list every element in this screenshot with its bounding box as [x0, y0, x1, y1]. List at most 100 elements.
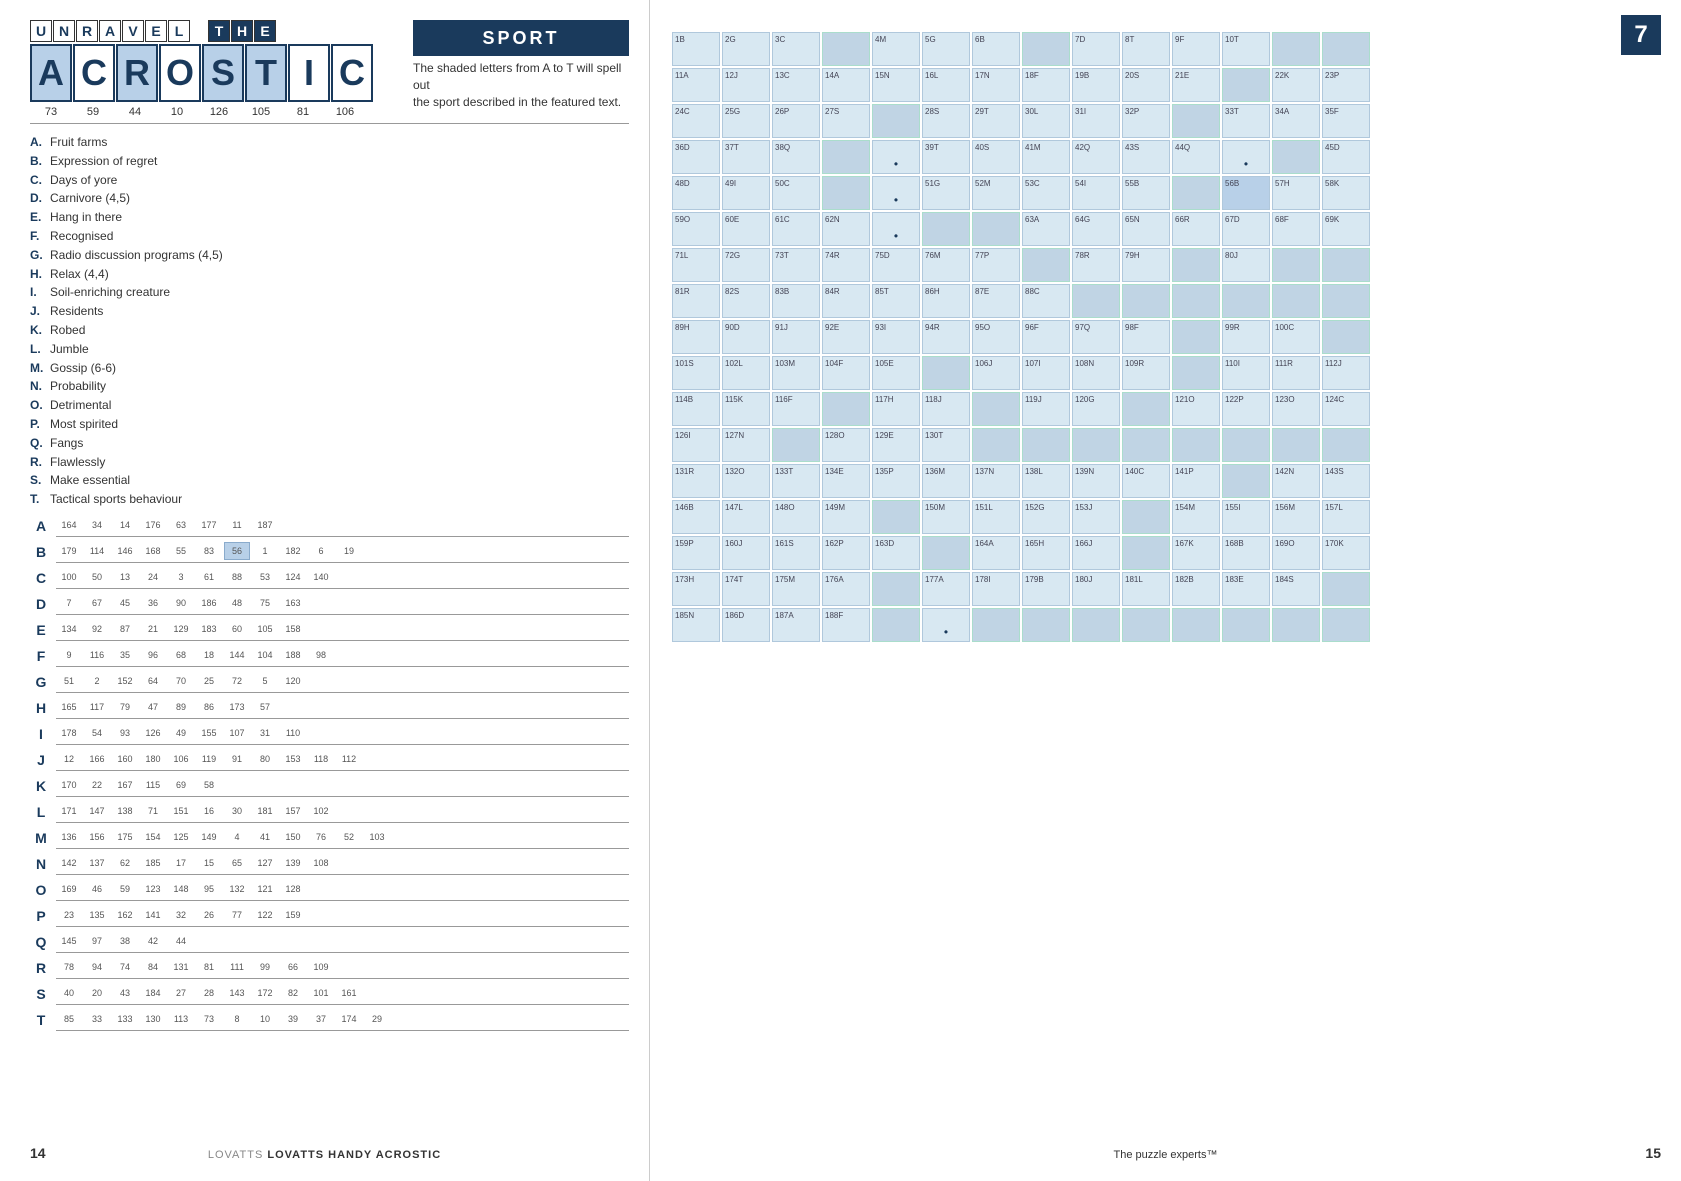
cell-58K[interactable]: 58K — [1322, 176, 1370, 210]
cell-11A[interactable]: 11A — [672, 68, 720, 102]
answer-I[interactable]: I 178 54 93 126 49 155 107 31 110 — [30, 724, 629, 745]
cell-178I[interactable]: 178I — [972, 572, 1020, 606]
cell-35F[interactable]: 35F — [1322, 104, 1370, 138]
cell-121O[interactable]: 121O — [1172, 392, 1220, 426]
cell-60E[interactable]: 60E — [722, 212, 770, 246]
cell-12J[interactable]: 12J — [722, 68, 770, 102]
cell-4M[interactable]: 4M — [872, 32, 920, 66]
cell-169O[interactable]: 169O — [1272, 536, 1320, 570]
cell-25G[interactable]: 25G — [722, 104, 770, 138]
cell-73T[interactable]: 73T — [772, 248, 820, 282]
cell-103M[interactable]: 103M — [772, 356, 820, 390]
answer-N[interactable]: N 142 137 62 185 17 15 65 127 139 108 — [30, 854, 629, 875]
cell-52M[interactable]: 52M — [972, 176, 1020, 210]
cell-126I[interactable]: 126I — [672, 428, 720, 462]
cell-17N[interactable]: 17N — [972, 68, 1020, 102]
cell-120G[interactable]: 120G — [1072, 392, 1120, 426]
cell-29T[interactable]: 29T — [972, 104, 1020, 138]
cell-45D[interactable]: 45D — [1322, 140, 1370, 174]
answer-S[interactable]: S 40 20 43 184 27 28 143 172 82 101 161 — [30, 984, 629, 1005]
cell-128O[interactable]: 128O — [822, 428, 870, 462]
cell-184S[interactable]: 184S — [1272, 572, 1320, 606]
cell-86H[interactable]: 86H — [922, 284, 970, 318]
cell-165H[interactable]: 165H — [1022, 536, 1070, 570]
cell-61C[interactable]: 61C — [772, 212, 820, 246]
cell-76M[interactable]: 76M — [922, 248, 970, 282]
cell-148O[interactable]: 148O — [772, 500, 820, 534]
cell-43S[interactable]: 43S — [1122, 140, 1170, 174]
cell-122P[interactable]: 122P — [1222, 392, 1270, 426]
cell-123O[interactable]: 123O — [1272, 392, 1320, 426]
cell-42Q[interactable]: 42Q — [1072, 140, 1120, 174]
cell-9F[interactable]: 9F — [1172, 32, 1220, 66]
cell-112J[interactable]: 112J — [1322, 356, 1370, 390]
cell-54I[interactable]: 54I — [1072, 176, 1120, 210]
cell-182B[interactable]: 182B — [1172, 572, 1220, 606]
cell-134E[interactable]: 134E — [822, 464, 870, 498]
cell-149M[interactable]: 149M — [822, 500, 870, 534]
cell-38Q[interactable]: 38Q — [772, 140, 820, 174]
answer-B[interactable]: B 179 114 146 168 55 83 56 1 182 6 19 — [30, 542, 629, 563]
cell-139N[interactable]: 139N — [1072, 464, 1120, 498]
cell-142N[interactable]: 142N — [1272, 464, 1320, 498]
cell-50C[interactable]: 50C — [772, 176, 820, 210]
cell-146B[interactable]: 146B — [672, 500, 720, 534]
cell-10T[interactable]: 10T — [1222, 32, 1270, 66]
cell-170K[interactable]: 170K — [1322, 536, 1370, 570]
cell-111R[interactable]: 111R — [1272, 356, 1320, 390]
cell-105E[interactable]: 105E — [872, 356, 920, 390]
cell-135P[interactable]: 135P — [872, 464, 920, 498]
answer-Q[interactable]: Q 145 97 38 42 44 — [30, 932, 629, 953]
cell-28S[interactable]: 28S — [922, 104, 970, 138]
cell-6B[interactable]: 6B — [972, 32, 1020, 66]
cell-159P[interactable]: 159P — [672, 536, 720, 570]
cell-68F[interactable]: 68F — [1272, 212, 1320, 246]
cell-92E[interactable]: 92E — [822, 320, 870, 354]
cell-72G[interactable]: 72G — [722, 248, 770, 282]
answer-K[interactable]: K 170 22 167 115 69 58 — [30, 776, 629, 797]
cell-115K[interactable]: 115K — [722, 392, 770, 426]
answer-O[interactable]: O 169 46 59 123 148 95 132 121 128 — [30, 880, 629, 901]
cell-133T[interactable]: 133T — [772, 464, 820, 498]
cell-90D[interactable]: 90D — [722, 320, 770, 354]
cell-19B[interactable]: 19B — [1072, 68, 1120, 102]
cell-155I[interactable]: 155I — [1222, 500, 1270, 534]
cell-59O[interactable]: 59O — [672, 212, 720, 246]
cell-15N[interactable]: 15N — [872, 68, 920, 102]
cell-26P[interactable]: 26P — [772, 104, 820, 138]
cell-166J[interactable]: 166J — [1072, 536, 1120, 570]
answer-D[interactable]: D 7 67 45 36 90 186 48 75 163 — [30, 594, 629, 615]
cell-98F[interactable]: 98F — [1122, 320, 1170, 354]
cell-83B[interactable]: 83B — [772, 284, 820, 318]
cell-176A[interactable]: 176A — [822, 572, 870, 606]
cell-108N[interactable]: 108N — [1072, 356, 1120, 390]
cell-80J[interactable]: 80J — [1222, 248, 1270, 282]
cell-87E[interactable]: 87E — [972, 284, 1020, 318]
cell-151L[interactable]: 151L — [972, 500, 1020, 534]
cell-49I[interactable]: 49I — [722, 176, 770, 210]
cell-161S[interactable]: 161S — [772, 536, 820, 570]
cell-7D[interactable]: 7D — [1072, 32, 1120, 66]
cell-78R[interactable]: 78R — [1072, 248, 1120, 282]
cell-36D[interactable]: 36D — [672, 140, 720, 174]
cell-175M[interactable]: 175M — [772, 572, 820, 606]
cell-183E[interactable]: 183E — [1222, 572, 1270, 606]
cell-100C[interactable]: 100C — [1272, 320, 1320, 354]
answer-F[interactable]: F 9 116 35 96 68 18 144 104 188 98 — [30, 646, 629, 667]
cell-174T[interactable]: 174T — [722, 572, 770, 606]
cell-116F[interactable]: 116F — [772, 392, 820, 426]
cell-63A[interactable]: 63A — [1022, 212, 1070, 246]
cell-57H[interactable]: 57H — [1272, 176, 1320, 210]
cell-69K[interactable]: 69K — [1322, 212, 1370, 246]
answer-M[interactable]: M 136 156 175 154 125 149 4 41 150 76 52… — [30, 828, 629, 849]
cell-162P[interactable]: 162P — [822, 536, 870, 570]
cell-124C[interactable]: 124C — [1322, 392, 1370, 426]
cell-82S[interactable]: 82S — [722, 284, 770, 318]
cell-40S[interactable]: 40S — [972, 140, 1020, 174]
cell-185N[interactable]: 185N — [672, 608, 720, 642]
cell-94R[interactable]: 94R — [922, 320, 970, 354]
cell-173H[interactable]: 173H — [672, 572, 720, 606]
answer-G[interactable]: G 51 2 152 64 70 25 72 5 120 — [30, 672, 629, 693]
cell-137N[interactable]: 137N — [972, 464, 1020, 498]
cell-186D[interactable]: 186D — [722, 608, 770, 642]
